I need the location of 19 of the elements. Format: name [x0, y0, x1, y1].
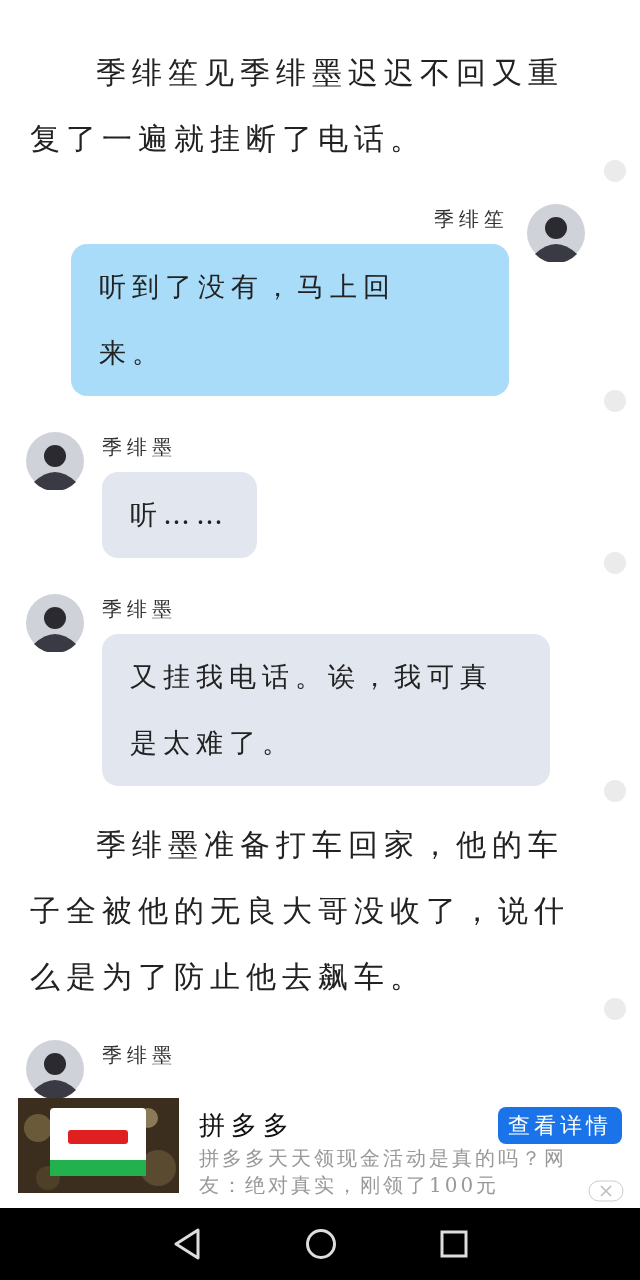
- avatar: [26, 432, 84, 490]
- sender-name: 季绯笙: [434, 206, 509, 233]
- ad-title: 拼多多: [199, 1109, 295, 1142]
- avatar: [527, 204, 585, 262]
- recents-icon[interactable]: [440, 1230, 469, 1258]
- sender-name: 季绯墨: [102, 434, 178, 461]
- close-icon[interactable]: [588, 1180, 624, 1202]
- paragraph: 季绯墨准备打车回家，他的车子全被他的无良大哥没收了，说什么是为了防止他去飙车。: [29, 826, 571, 996]
- message-bubble: 听到了没有，马上回来。: [71, 244, 509, 396]
- sender-name: 季绯墨: [102, 596, 178, 623]
- home-icon[interactable]: [305, 1228, 337, 1260]
- sender-name: 季绯墨: [102, 1042, 177, 1069]
- avatar: [26, 1040, 84, 1098]
- ad-description: 拼多多天天领现金活动是真的吗？网友：绝对真实，刚领了100元: [199, 1145, 568, 1199]
- paragraph: 季绯笙见季绯墨迟迟不回又重复了一遍就挂断了电话。: [29, 54, 565, 158]
- message-bubble: 听……: [102, 472, 257, 558]
- avatar: [26, 594, 84, 652]
- message-bubble: 又挂我电话。诶，我可真是太难了。: [102, 634, 550, 786]
- details-button[interactable]: 查看详情: [498, 1107, 622, 1144]
